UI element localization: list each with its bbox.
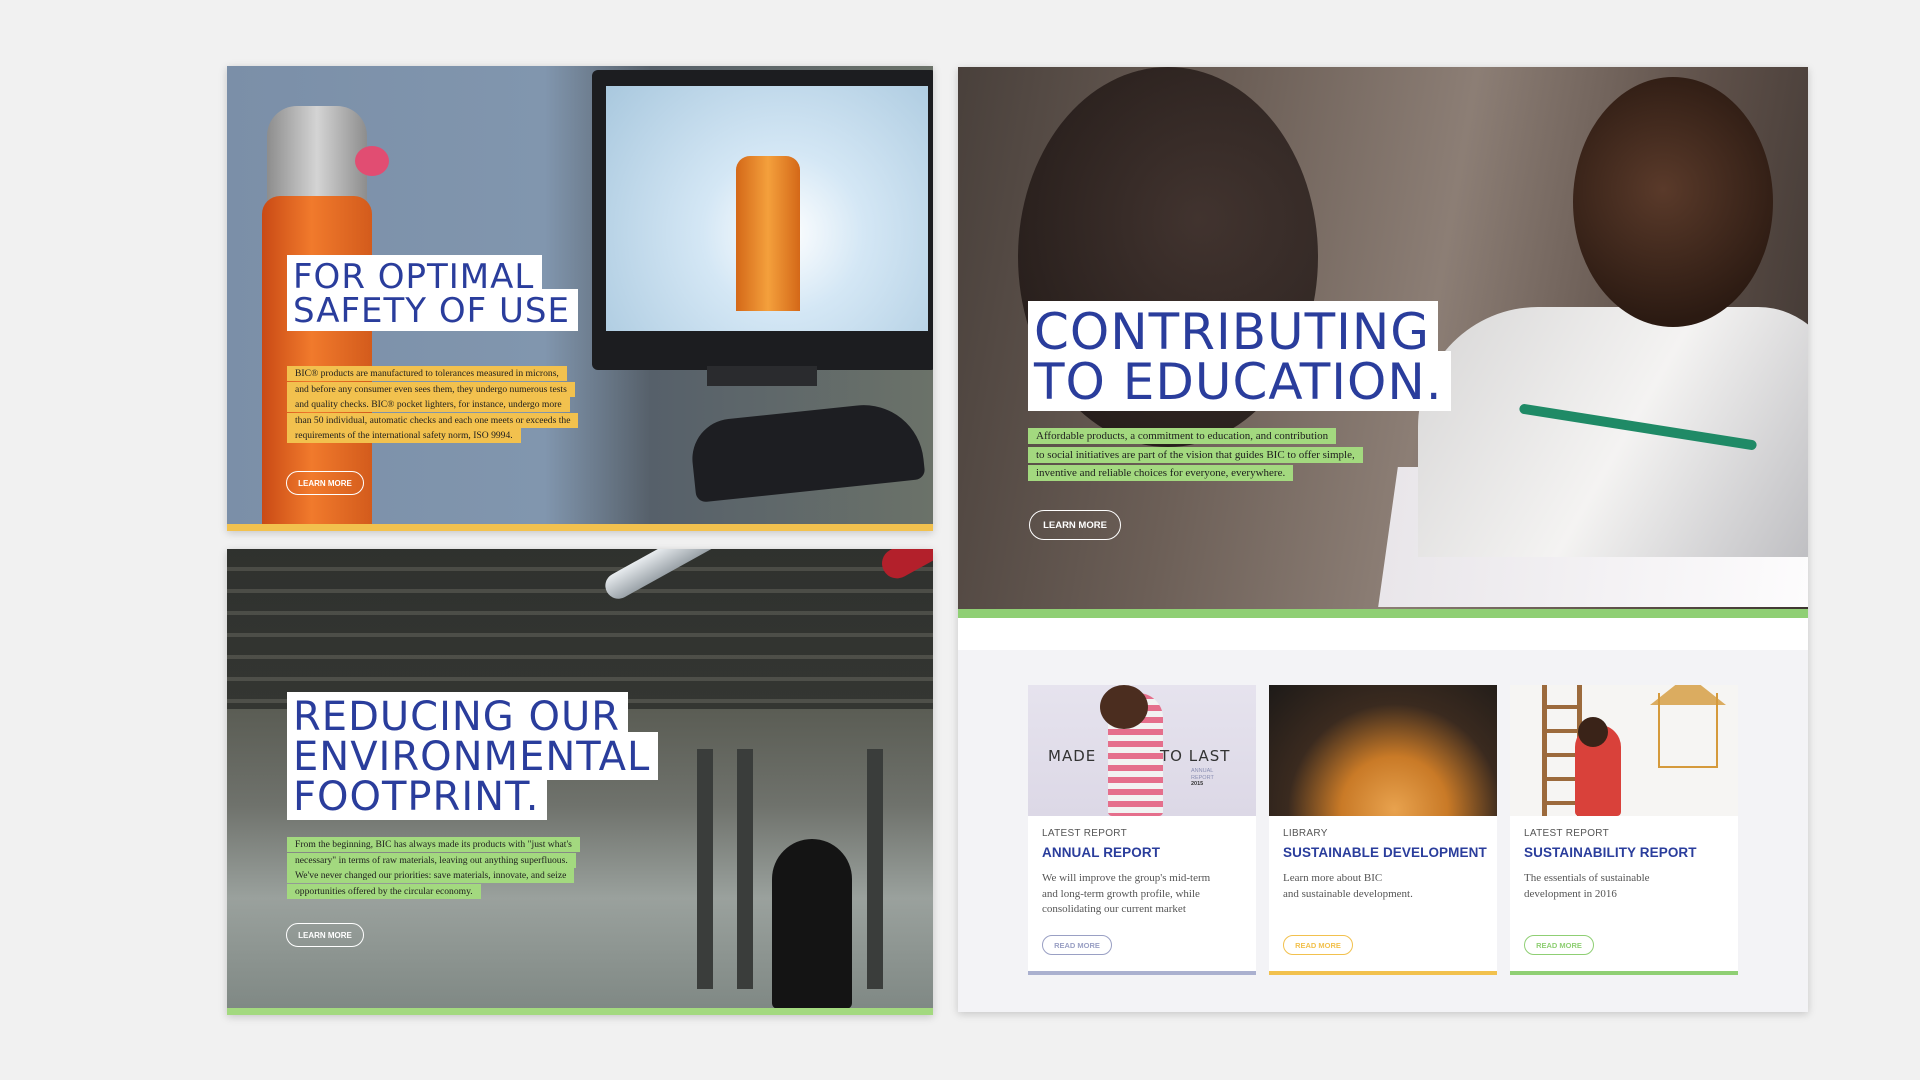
card-body: Learn more about BIC and sustainable dev… [1283, 871, 1483, 902]
card-body-line: We will improve the group's mid-term [1042, 872, 1211, 884]
safety-description: BIC® products are manufactured to tolera… [287, 366, 597, 444]
safety-desc-line-1: BIC® products are manufactured to tolera… [287, 366, 567, 381]
card-accent-bar [1028, 971, 1256, 975]
education-title: CONTRIBUTING TO EDUCATION. [1028, 301, 1451, 411]
safety-learn-more-button[interactable]: LEARN MORE [286, 471, 364, 495]
girl-head-image [1100, 685, 1148, 729]
card-accent-bar [1510, 971, 1738, 975]
card-body-line: The essentials of sustainable [1524, 872, 1650, 884]
child-drawing-house-thumbnail [1510, 685, 1738, 816]
environment-title-line-3: FOOTPRINT. [287, 772, 548, 820]
annual-report-card[interactable]: MADE TO LAST ANNUAL REPORT 2015 LATEST R… [1028, 685, 1256, 975]
sustainable-development-read-more-button[interactable]: READ MORE [1283, 935, 1353, 955]
card-body-line: and long-term growth profile, while [1042, 887, 1200, 900]
sustainability-report-read-more-button[interactable]: READ MORE [1524, 935, 1594, 955]
card-body: We will improve the group's mid-term and… [1042, 871, 1242, 918]
safety-desc-line-3: and quality checks. BIC® pocket lighters… [287, 397, 570, 412]
card-body-line: and sustainable development. [1283, 887, 1413, 900]
thumb-last-text: TO LAST [1160, 747, 1231, 765]
education-learn-more-button[interactable]: LEARN MORE [1029, 510, 1121, 540]
thumb-year-text: 2015 [1191, 781, 1204, 787]
environment-learn-more-button[interactable]: LEARN MORE [286, 923, 364, 947]
environment-accent-bar [227, 1008, 933, 1015]
annual-report-read-more-button[interactable]: READ MORE [1042, 935, 1112, 955]
safety-title-line-2: SAFETY OF USE [287, 289, 578, 331]
environment-desc-line-4: opportunities offered by the circular ec… [287, 883, 481, 899]
child-head-image [1578, 717, 1608, 747]
safety-title: FOR OPTIMAL SAFETY OF USE [287, 255, 578, 331]
card-title[interactable]: SUSTAINABLE DEVELOPMENT [1283, 845, 1487, 860]
environment-desc-line-3: We've never changed our priorities: save… [287, 868, 575, 883]
grain-pile-thumbnail [1269, 685, 1497, 816]
education-desc-line-3: inventive and reliable choices for every… [1028, 465, 1294, 481]
education-panel: CONTRIBUTING TO EDUCATION. Affordable pr… [958, 67, 1808, 1012]
section-divider [958, 618, 1808, 650]
card-category: LATEST REPORT [1524, 828, 1610, 839]
education-desc-line-1: Affordable products, a commitment to edu… [1028, 428, 1337, 444]
roof-structure-image [227, 549, 933, 709]
education-desc-line-2: to social initiatives are part of the vi… [1028, 446, 1363, 463]
education-accent-bar [958, 609, 1808, 618]
card-title[interactable]: SUSTAINABILITY REPORT [1524, 845, 1697, 860]
corridor-column [697, 749, 713, 989]
lighter-cap-image [267, 106, 367, 206]
walking-person-image [772, 839, 852, 1009]
card-accent-bar [1269, 971, 1497, 975]
monitor-image [592, 70, 933, 370]
safety-desc-line-5: requirements of the international safety… [287, 428, 521, 443]
card-body-line: Learn more about BIC [1283, 872, 1383, 884]
monitor-screen-image [606, 86, 928, 331]
monitor-stand-image [707, 366, 817, 386]
thumb-annual-report-text: ANNUAL REPORT [1191, 768, 1214, 781]
corridor-column [867, 749, 883, 989]
corridor-column [737, 749, 753, 989]
sustainability-report-card[interactable]: LATEST REPORT SUSTAINABILITY REPORT The … [1510, 685, 1738, 975]
safety-desc-line-2: and before any consumer even sees them, … [287, 381, 575, 397]
sustainable-development-card[interactable]: LIBRARY SUSTAINABLE DEVELOPMENT Learn mo… [1269, 685, 1497, 975]
card-body: The essentials of sustainable developmen… [1524, 871, 1724, 902]
environment-panel: REDUCING OUR ENVIRONMENTAL FOOTPRINT. Fr… [227, 549, 933, 1015]
lighter-wheel-image [355, 146, 389, 176]
safety-panel: FOR OPTIMAL SAFETY OF USE BIC® products … [227, 66, 933, 531]
environment-desc-line-1: From the beginning, BIC has always made … [287, 837, 580, 852]
card-title[interactable]: ANNUAL REPORT [1042, 845, 1160, 860]
annual-report-thumbnail: MADE TO LAST ANNUAL REPORT 2015 [1028, 685, 1256, 816]
safety-accent-bar [227, 524, 933, 531]
environment-description: From the beginning, BIC has always made … [287, 837, 597, 899]
thumb-annual-text: ANNUAL [1191, 768, 1214, 774]
environment-title: REDUCING OUR ENVIRONMENTAL FOOTPRINT. [287, 692, 659, 820]
safety-desc-line-4: than 50 individual, automatic checks and… [287, 412, 579, 428]
education-description: Affordable products, a commitment to edu… [1028, 427, 1408, 483]
student-shirt-image [1418, 307, 1808, 557]
card-body-line: consolidating our current market [1042, 903, 1186, 915]
house-drawing [1658, 693, 1718, 768]
thumb-report-text: REPORT [1191, 774, 1214, 781]
card-category: LIBRARY [1283, 828, 1328, 839]
card-category: LATEST REPORT [1042, 828, 1128, 839]
keyboard-image [688, 399, 926, 503]
education-title-line-2: TO EDUCATION. [1028, 351, 1451, 411]
environment-desc-line-2: necessary" in terms of raw materials, le… [287, 852, 576, 868]
cad-lighter-image [736, 156, 800, 311]
card-body-line: development in 2016 [1524, 887, 1617, 900]
student-face-image [1573, 77, 1773, 327]
thumb-made-text: MADE [1048, 747, 1097, 765]
